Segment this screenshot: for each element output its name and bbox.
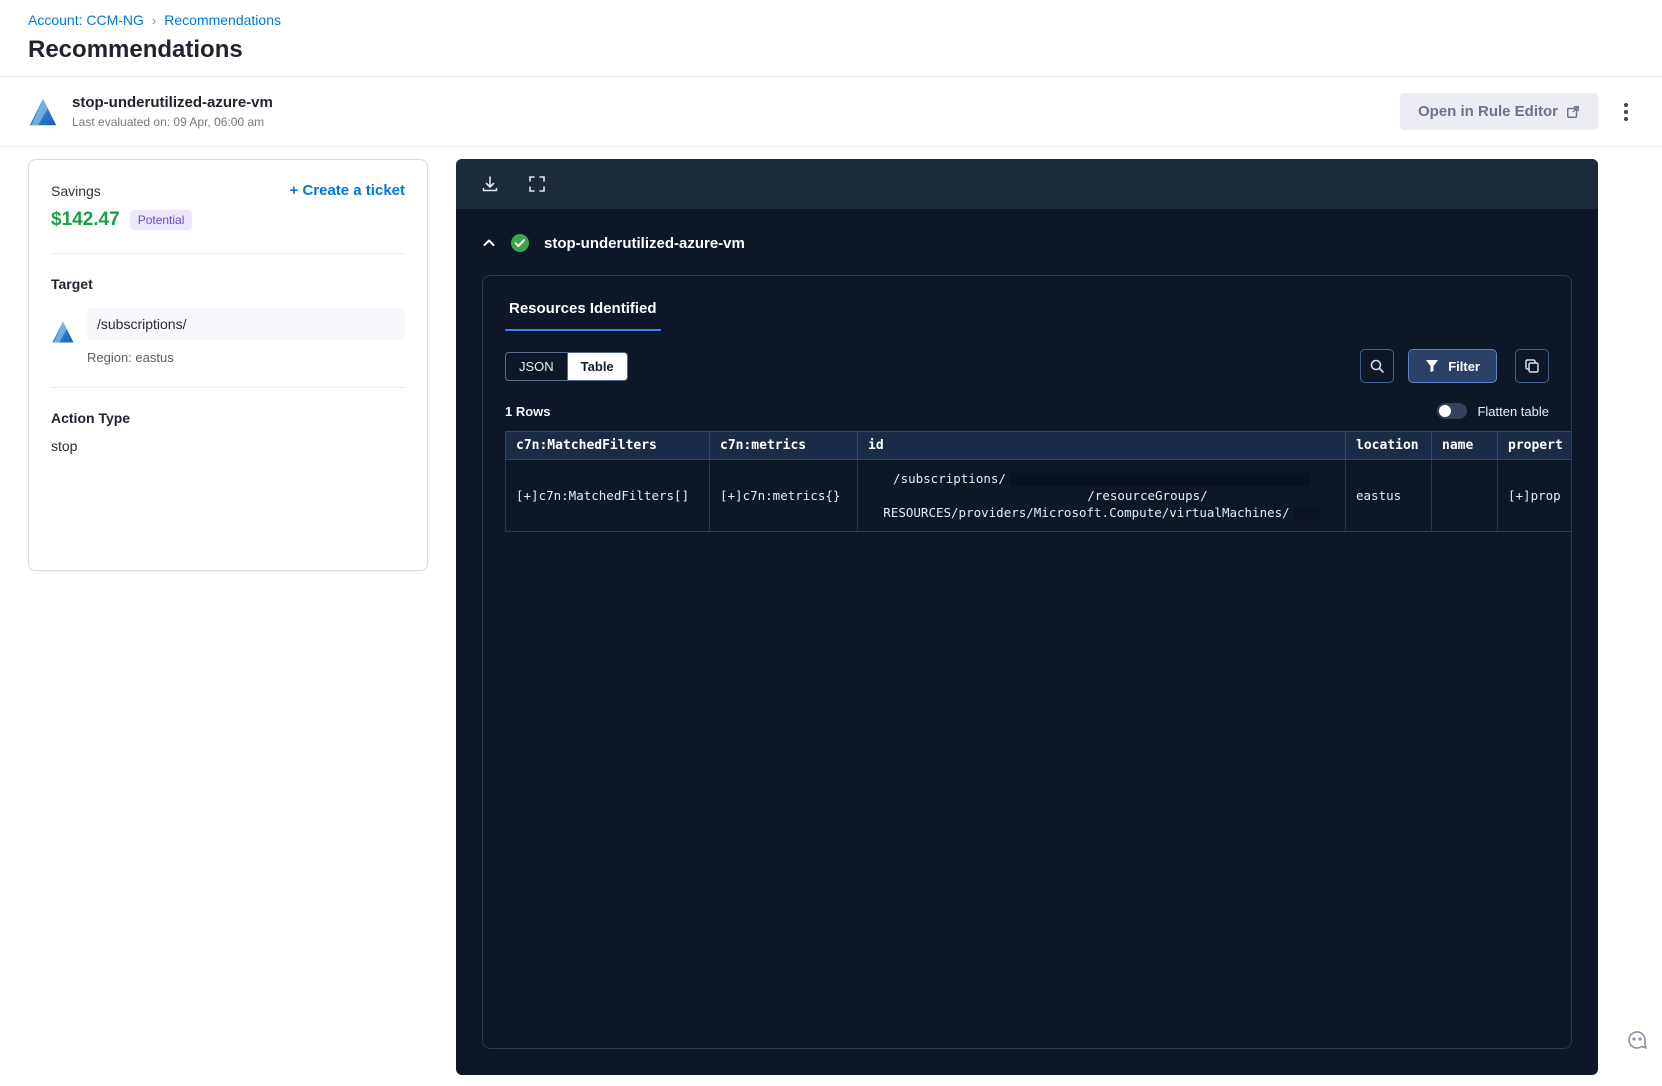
savings-potential-badge: Potential <box>129 210 193 230</box>
create-ticket-link[interactable]: + Create a ticket <box>290 182 405 199</box>
help-chat-icon[interactable] <box>1624 1027 1650 1058</box>
filter-funnel-icon <box>1426 360 1439 372</box>
resource-id-line2: /resourceGroups/ <box>1087 488 1208 503</box>
table-header-row: c7n:MatchedFilters c7n:metrics id locati… <box>505 431 1571 460</box>
external-link-icon <box>1567 105 1579 118</box>
target-region: Region: eastus <box>87 350 174 365</box>
divider <box>51 387 405 388</box>
main-content: Savings + Create a ticket $142.47 Potent… <box>0 147 1662 1075</box>
success-check-icon <box>511 234 529 252</box>
action-type-value: stop <box>51 438 78 454</box>
search-icon <box>1370 359 1385 373</box>
breadcrumb-recommendations-link[interactable]: Recommendations <box>164 12 281 28</box>
copy-icon <box>1525 359 1539 373</box>
recommendation-title-block: stop-underutilized-azure-vm Last evaluat… <box>72 94 273 129</box>
cell-resource-id: /subscriptions/ /resourceGroups/ RESOURC… <box>858 460 1346 532</box>
topbar: Account: CCM-NG › Recommendations Recomm… <box>0 0 1662 77</box>
azure-logo-icon <box>29 98 57 125</box>
fullscreen-expand-icon[interactable] <box>528 175 546 193</box>
open-rule-editor-button[interactable]: Open in Rule Editor <box>1399 93 1598 130</box>
resource-id-line3: RESOURCES/providers/Microsoft.Compute/vi… <box>883 505 1290 520</box>
cell-properties-expander[interactable]: [+]prop <box>1498 460 1571 532</box>
summary-card: Savings + Create a ticket $142.47 Potent… <box>28 159 428 571</box>
col-header-name[interactable]: name <box>1432 431 1498 460</box>
flatten-table-toggle[interactable] <box>1437 403 1468 419</box>
breadcrumb-separator-icon: › <box>151 12 157 28</box>
recommendation-title: stop-underutilized-azure-vm <box>72 94 273 111</box>
flatten-table-label: Flatten table <box>1477 403 1549 419</box>
row-count: 1 Rows <box>505 403 551 419</box>
cell-matched-filters-expander[interactable]: [+]c7n:MatchedFilters[] <box>505 460 710 532</box>
open-rule-editor-label: Open in Rule Editor <box>1417 103 1558 120</box>
target-subscription-path: /subscriptions/ <box>87 308 405 340</box>
table-meta-row: 1 Rows Flatten table <box>483 383 1571 431</box>
copy-button[interactable] <box>1515 349 1549 383</box>
col-header-location[interactable]: location <box>1346 431 1432 460</box>
resources-table: c7n:MatchedFilters c7n:metrics id locati… <box>505 431 1571 532</box>
recommendation-subtitle: Last evaluated on: 09 Apr, 06:00 am <box>72 115 265 129</box>
target-label: Target <box>51 276 93 292</box>
table-row: [+]c7n:MatchedFilters[] [+]c7n:metrics{}… <box>505 460 1571 532</box>
col-header-id[interactable]: id <box>858 431 1346 460</box>
table-controls: JSON Table Filter <box>483 331 1571 383</box>
breadcrumb: Account: CCM-NG › Recommendations <box>28 12 1634 28</box>
view-mode-table[interactable]: Table <box>566 352 627 380</box>
results-panel: stop-underutilized-azure-vm Resources Id… <box>456 159 1598 1075</box>
resources-card: Resources Identified JSON Table Filter 1… <box>482 275 1572 1049</box>
view-mode-json[interactable]: JSON <box>506 353 567 380</box>
savings-amount: $142.47 <box>51 209 120 230</box>
page-title: Recommendations <box>28 36 243 63</box>
col-header-matched-filters[interactable]: c7n:MatchedFilters <box>505 431 710 460</box>
savings-label: Savings <box>51 182 101 199</box>
action-type-label: Action Type <box>51 410 131 426</box>
cell-location: eastus <box>1346 460 1432 532</box>
view-mode-toggle: JSON Table <box>505 351 628 381</box>
redacted-value <box>1009 473 1310 486</box>
rule-section-title: stop-underutilized-azure-vm <box>544 234 745 252</box>
breadcrumb-account-link[interactable]: Account: CCM-NG <box>28 12 144 28</box>
recommendation-header: stop-underutilized-azure-vm Last evaluat… <box>0 77 1662 147</box>
tab-resources-identified[interactable]: Resources Identified <box>505 292 661 331</box>
filter-button-label: Filter <box>1448 358 1480 374</box>
azure-logo-icon <box>52 321 74 343</box>
divider <box>51 253 405 254</box>
rule-section-header: stop-underutilized-azure-vm <box>456 209 1598 253</box>
filter-button[interactable]: Filter <box>1408 349 1497 383</box>
col-header-properties[interactable]: propert <box>1498 431 1571 460</box>
search-button[interactable] <box>1360 349 1395 383</box>
collapse-chevron-icon[interactable] <box>482 236 496 250</box>
more-options-menu-icon[interactable] <box>1618 97 1634 127</box>
col-header-metrics[interactable]: c7n:metrics <box>710 431 858 460</box>
redacted-value <box>1293 507 1320 520</box>
cell-metrics-expander[interactable]: [+]c7n:metrics{} <box>710 460 858 532</box>
resource-id-line1: /subscriptions/ <box>893 471 1006 486</box>
panel-toolbar <box>456 159 1598 209</box>
download-icon[interactable] <box>480 174 500 194</box>
cell-name <box>1432 460 1498 532</box>
